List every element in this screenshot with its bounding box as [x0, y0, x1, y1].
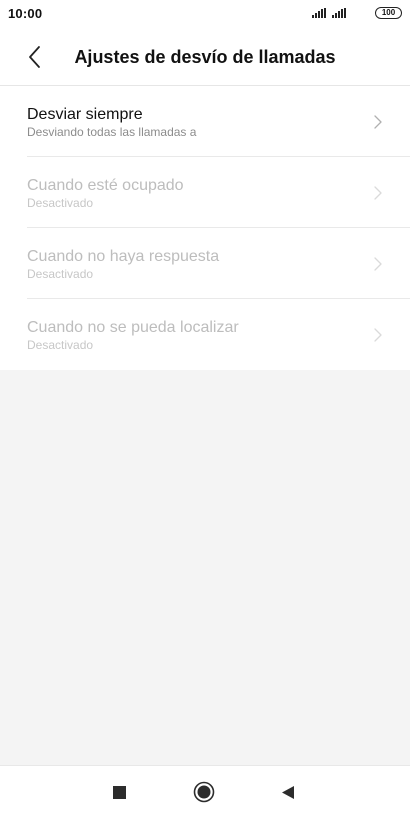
item-subtitle: Desactivado	[27, 338, 94, 352]
circle-icon	[193, 781, 215, 803]
item-subtitle: Desviando todas las llamadas a	[27, 125, 197, 139]
call-forwarding-list: Desviar siempre Desviando todas las llam…	[0, 86, 410, 370]
header: Ajustes de desvío de llamadas	[0, 28, 410, 86]
triangle-back-icon	[282, 786, 294, 799]
page-title: Ajustes de desvío de llamadas	[74, 47, 336, 67]
home-button[interactable]	[193, 781, 215, 803]
recent-apps-button[interactable]	[113, 786, 126, 799]
chevron-right-icon	[374, 115, 382, 129]
item-title: Cuando esté ocupado	[27, 177, 184, 194]
list-item-no-answer[interactable]: Cuando no haya respuesta Desactivado	[27, 228, 410, 299]
item-title: Cuando no se pueda localizar	[27, 319, 239, 336]
item-title: Cuando no haya respuesta	[27, 248, 220, 265]
list-item-when-busy[interactable]: Cuando esté ocupado Desactivado	[27, 157, 410, 228]
item-subtitle: Desactivado	[27, 267, 94, 281]
chevron-right-icon	[374, 257, 382, 271]
battery-icon: 100	[375, 7, 402, 19]
chevron-right-icon	[374, 186, 382, 200]
status-time: 10:00	[8, 6, 43, 21]
status-bar: 10:00 100	[0, 0, 410, 28]
navigation-bar	[0, 765, 410, 820]
nav-back-button[interactable]	[281, 785, 295, 800]
list-item-always-forward[interactable]: Desviar siempre Desviando todas las llam…	[27, 86, 410, 157]
list-item-unreachable[interactable]: Cuando no se pueda localizar Desactivado	[27, 299, 410, 370]
item-title: Desviar siempre	[27, 106, 143, 123]
chevron-right-icon	[374, 328, 382, 342]
signal-icon	[312, 8, 326, 18]
signal-icon	[332, 8, 346, 18]
item-subtitle: Desactivado	[27, 196, 94, 210]
